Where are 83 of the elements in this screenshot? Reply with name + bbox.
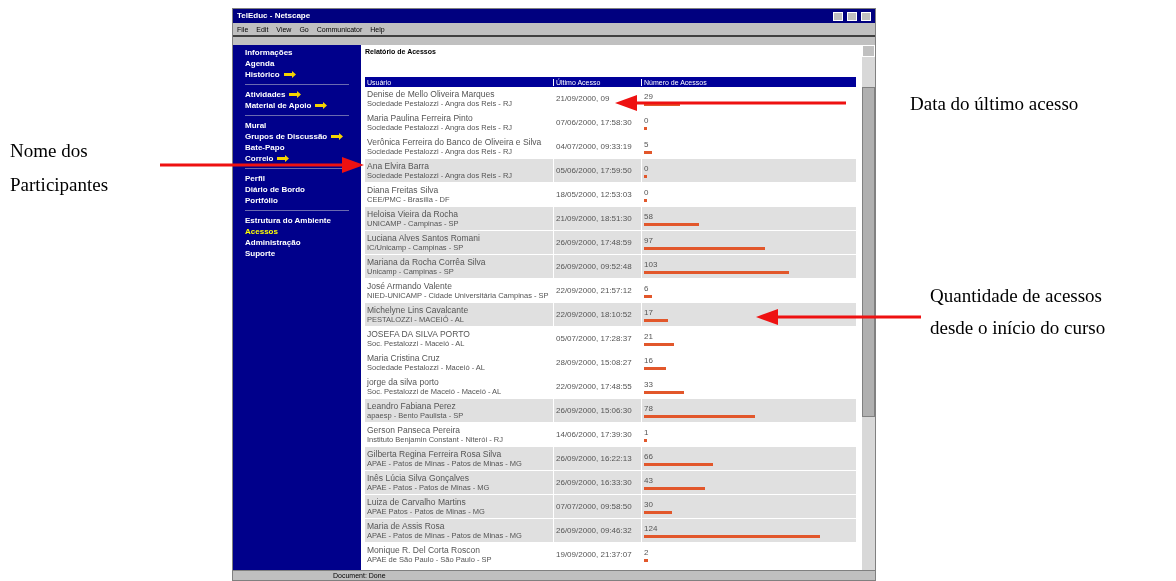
access-count: 1 [644, 427, 650, 437]
sidebar-link[interactable]: Agenda [245, 59, 275, 68]
last-access-cell: 05/06/2000, 17:59:50 [556, 164, 632, 177]
last-access-cell: 19/09/2000, 21:37:07 [556, 548, 632, 561]
last-access-cell: 18/05/2000, 12:53:03 [556, 188, 632, 201]
last-access-cell: 26/09/2000, 16:22:13 [556, 452, 632, 465]
participant-name: Maria Paulina Ferreira Pinto [367, 113, 474, 123]
participant-name: Leandro Fabiana Perez [367, 401, 457, 411]
last-access-cell: 04/07/2000, 09:33:19 [556, 140, 632, 153]
last-access-cell: 28/09/2000, 15:08:27 [556, 356, 632, 369]
sidebar-link[interactable]: Diário de Bordo [245, 185, 305, 194]
participant-name: Ana Elvira Barra [367, 161, 430, 171]
last-access-cell: 26/09/2000, 09:46:32 [556, 524, 632, 537]
access-count: 0 [644, 163, 650, 173]
access-count: 66 [644, 451, 654, 461]
sidebar-link[interactable]: Portfólio [245, 196, 278, 205]
participant-name: Verônica Ferreira do Banco de Oliveira e Silva [367, 137, 543, 147]
sidebar-link[interactable]: Suporte [245, 249, 276, 258]
access-count: 30 [644, 499, 654, 509]
sidebar-link[interactable]: Informações [245, 48, 293, 57]
access-count: 78 [644, 403, 654, 413]
annotation-text: Nome dos Participantes [10, 139, 110, 197]
access-count: 97 [644, 235, 654, 245]
participant-name: Inês Lúcia Silva Gonçalves [367, 473, 471, 483]
last-access-cell: 26/09/2000, 15:06:30 [556, 404, 632, 417]
sidebar-link[interactable]: Estrutura do Ambiente [245, 216, 331, 225]
participant-name: Gerson Panseca Pereira [367, 425, 462, 435]
access-count: 29 [644, 91, 654, 101]
sidebar-link[interactable]: Perfil [245, 174, 265, 183]
sidebar-link[interactable]: Atividades [245, 90, 286, 99]
sidebar-link[interactable]: Histórico [245, 70, 280, 79]
minimize-button[interactable] [833, 11, 843, 21]
participant-name: Denise de Mello Oliveira Marques [367, 89, 496, 99]
participant-name: Monique R. Del Corta Roscon [367, 545, 481, 555]
annotation-text: Data do último acesso [910, 92, 1080, 116]
annotation-text: Quantidade de acessos desde o início do curso [930, 284, 1107, 340]
last-access-cell: 22/09/2000, 18:10:52 [556, 308, 632, 321]
last-access-cell: 26/09/2000, 17:48:59 [556, 236, 632, 249]
sidebar-link[interactable]: Mural [245, 121, 267, 130]
sidebar-link[interactable]: Grupos de Discussão [245, 132, 328, 141]
participant-name: Luiza de Carvalho Martins [367, 497, 467, 507]
last-access-cell: 21/09/2000, 18:51:30 [556, 212, 632, 225]
sidebar-link[interactable]: Acessos [245, 227, 278, 236]
access-count: 16 [644, 355, 654, 365]
access-count: 17 [644, 307, 654, 317]
participant-name: jorge da silva porto [367, 377, 440, 387]
last-access-cell: 22/09/2000, 21:57:12 [556, 284, 632, 297]
participant-name: Heloisa Vieira da Rocha [367, 209, 460, 219]
access-count: 21 [644, 331, 654, 341]
participant-name: Gilberta Regina Ferreira Rosa Silva [367, 449, 503, 459]
last-access-cell: 22/09/2000, 17:48:55 [556, 380, 632, 393]
last-access-cell: 26/09/2000, 16:33:30 [556, 476, 632, 489]
last-access-cell: 05/07/2000, 17:28:37 [556, 332, 632, 345]
access-count: 0 [644, 115, 650, 125]
participant-name: Maria de Assis Rosa [367, 521, 446, 531]
last-access-cell: 21/09/2000, 09 [556, 92, 610, 105]
last-access-cell: 07/06/2000, 17:58:30 [556, 116, 632, 129]
access-count: 124 [644, 523, 659, 533]
access-count: 103 [644, 259, 659, 269]
participant-name: JOSEFA DA SILVA PORTO [367, 329, 471, 339]
sidebar-link[interactable]: Bate-Papo [245, 143, 285, 152]
access-count: 58 [644, 211, 654, 221]
maximize-button[interactable] [847, 11, 857, 21]
last-access-cell: 26/09/2000, 09:52:48 [556, 260, 632, 273]
access-count: 33 [644, 379, 654, 389]
sidebar-link[interactable]: Material de Apoio [245, 101, 312, 110]
last-access-cell: 14/06/2000, 17:39:30 [556, 428, 632, 441]
window-title: TelEduc - Netscape [237, 12, 311, 20]
close-button[interactable] [861, 11, 871, 21]
access-count: 0 [644, 187, 650, 197]
access-count: 6 [644, 283, 650, 293]
participant-name: Diana Freitas Silva [367, 185, 440, 195]
participant-name: José Armando Valente [367, 281, 453, 291]
sidebar-link[interactable]: Correio [245, 154, 274, 163]
access-count: 2 [644, 547, 650, 557]
participant-name: Luciana Alves Santos Romani [367, 233, 481, 243]
last-access-cell: 07/07/2000, 09:58:50 [556, 500, 632, 513]
participant-name: Michelyne Lins Cavalcante [367, 305, 470, 315]
access-count: 5 [644, 139, 650, 149]
sidebar-link[interactable]: Administração [245, 238, 301, 247]
participant-name: Maria Cristina Cruz [367, 353, 441, 363]
participant-name: Mariana da Rocha Corrêa Silva [367, 257, 487, 267]
access-count: 43 [644, 475, 654, 485]
